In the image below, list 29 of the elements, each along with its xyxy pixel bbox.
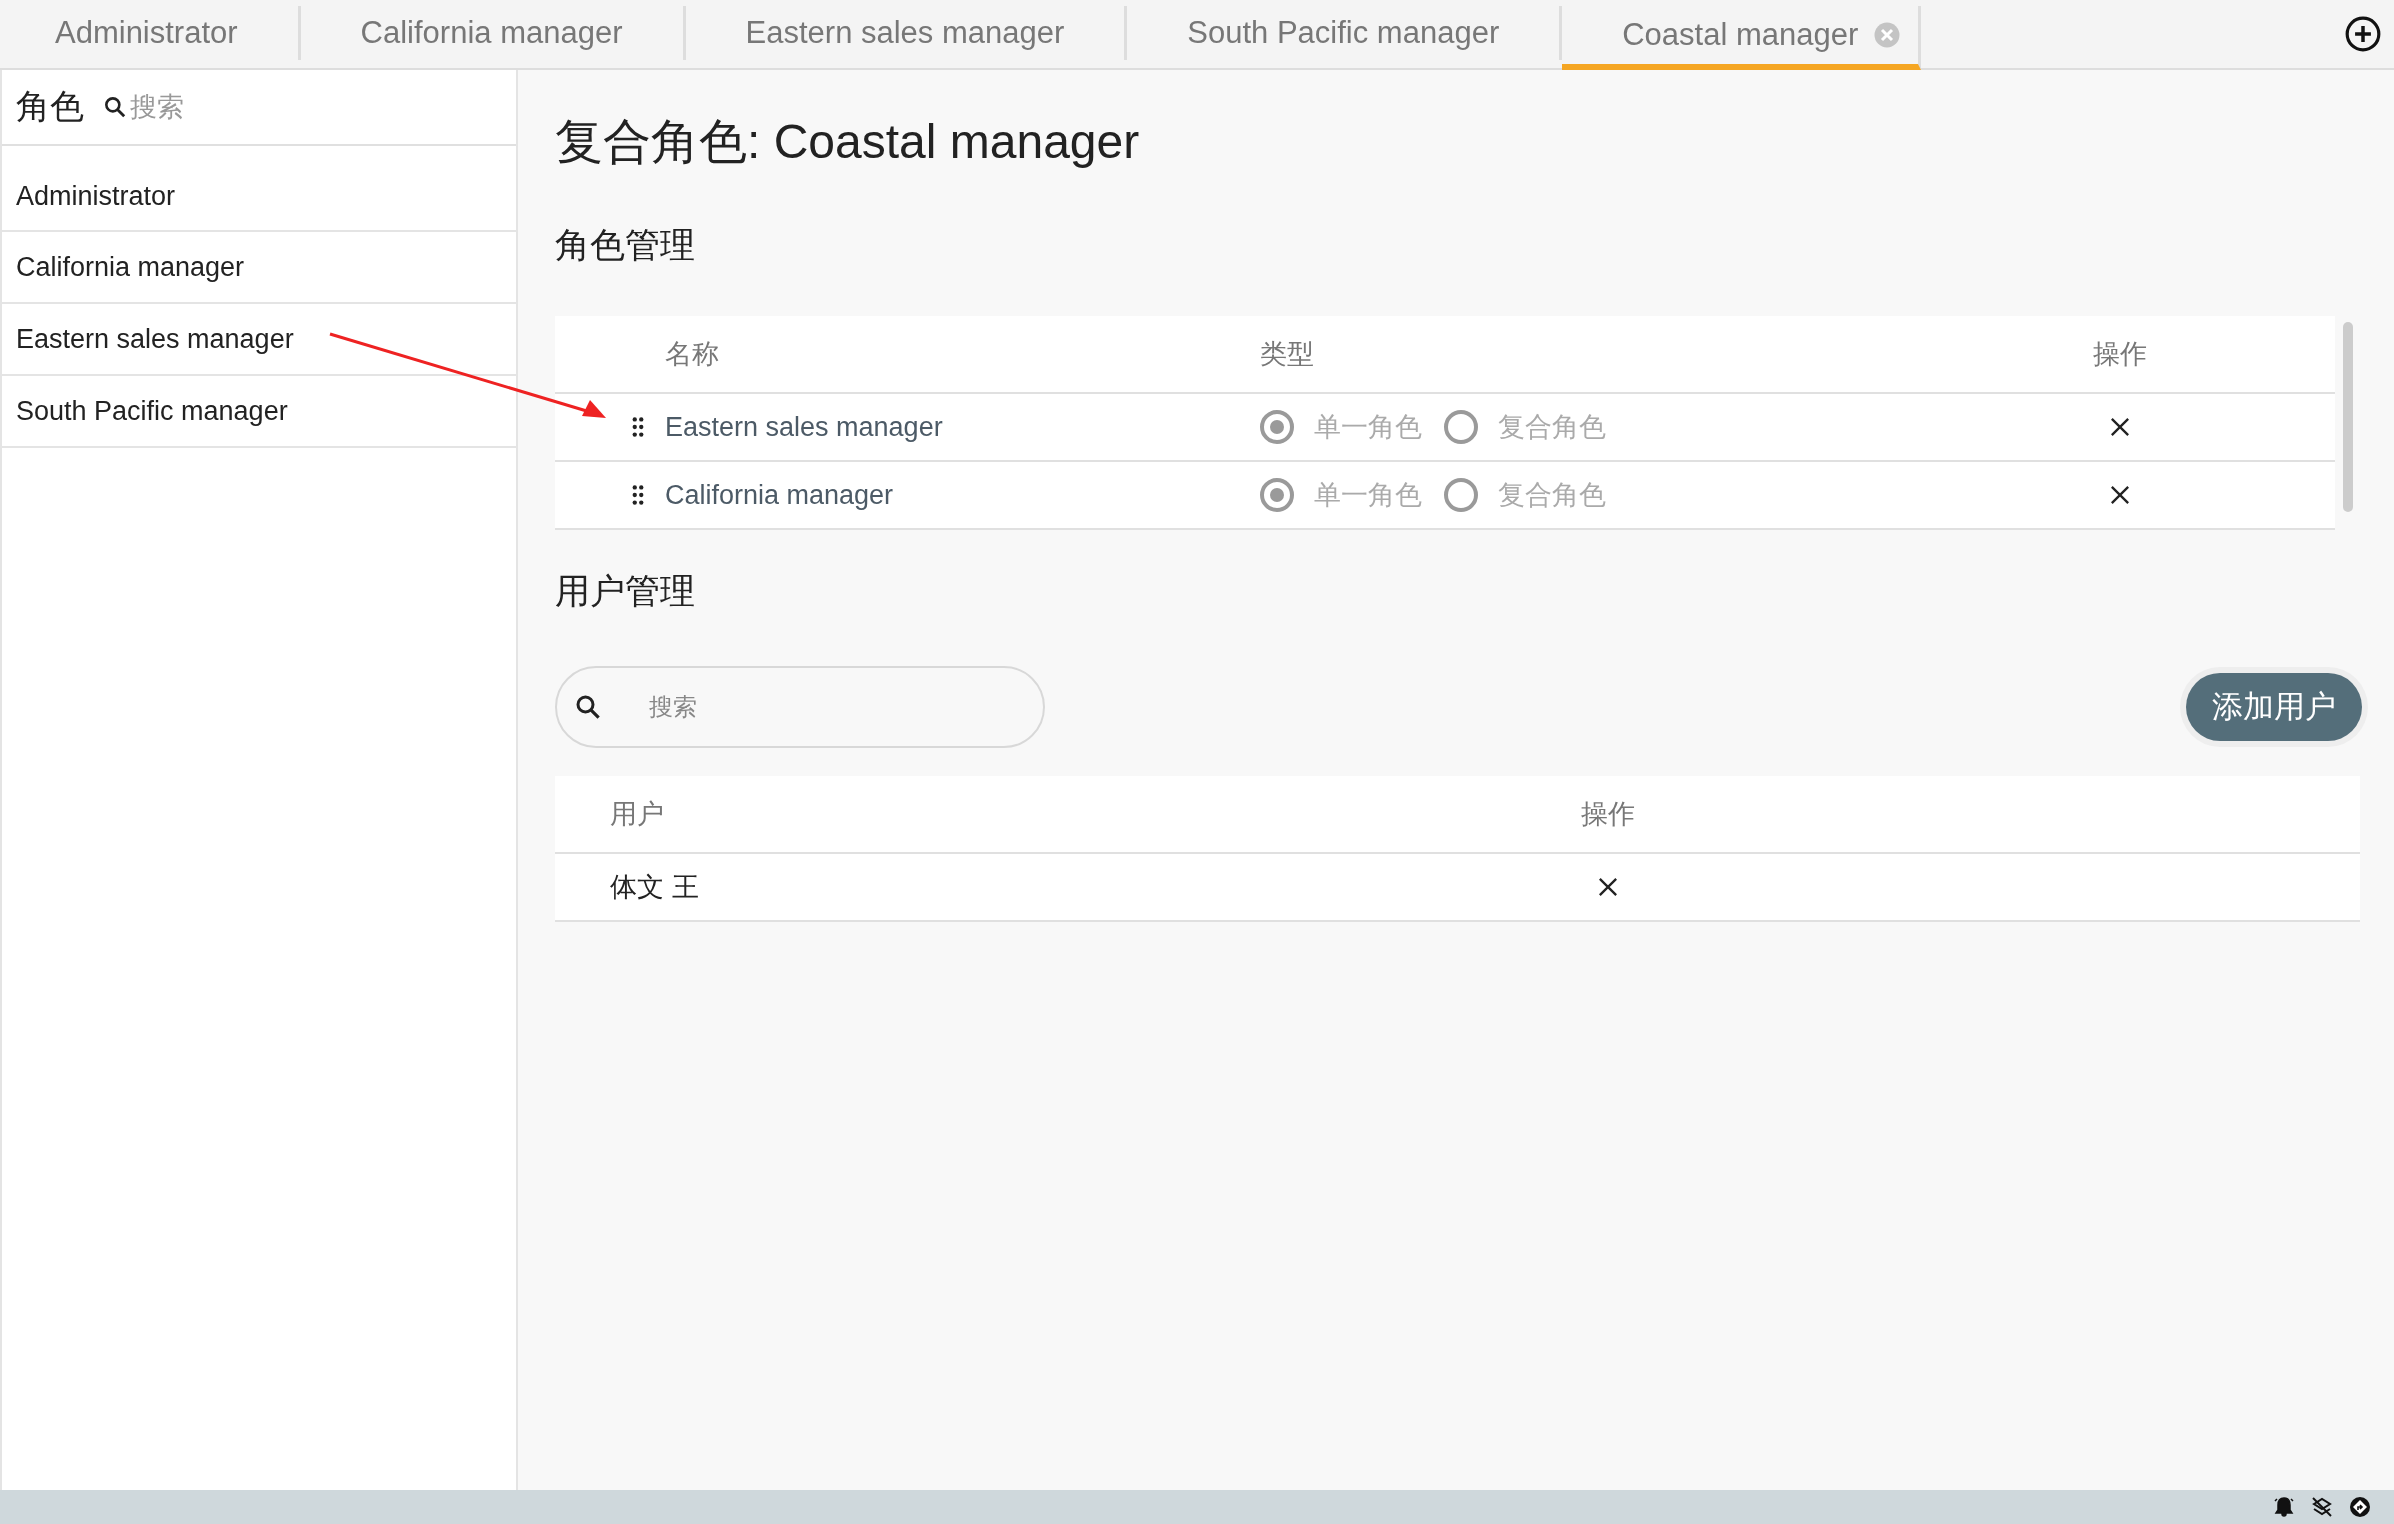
directions-sign-icon[interactable] xyxy=(2348,1495,2372,1519)
search-field[interactable]: 搜索 xyxy=(555,666,1045,748)
column-header: 用户 xyxy=(609,798,665,831)
search-field[interactable]: 搜索 xyxy=(130,91,330,123)
add-tab-icon[interactable] xyxy=(2344,15,2382,53)
sidebar-item[interactable]: Administrator xyxy=(2,146,516,232)
tab[interactable]: South Pacific manager xyxy=(1127,6,1563,60)
sidebar-item[interactable]: Eastern sales manager xyxy=(2,304,516,376)
tab[interactable]: Eastern sales manager xyxy=(685,6,1128,60)
section-heading: 用户管理 xyxy=(555,570,696,612)
sidebar-title: 角色 xyxy=(16,86,84,127)
table-cell-text: California manager xyxy=(665,479,895,511)
crossed-layers-icon[interactable] xyxy=(2310,1495,2334,1519)
column-header: 类型 xyxy=(1260,338,1315,371)
bell-icon[interactable] xyxy=(2272,1495,2296,1519)
tab[interactable]: Administrator xyxy=(0,6,301,60)
scrollbar[interactable] xyxy=(2343,322,2353,512)
section-heading: 角色管理 xyxy=(555,224,696,266)
page-title: 复合角色: Coastal manager xyxy=(555,114,1141,170)
sidebar-item[interactable]: South Pacific manager xyxy=(2,376,516,448)
sidebar-item[interactable]: California manager xyxy=(2,232,516,304)
column-header: 操作 xyxy=(1580,798,1636,831)
table-cell-text: 体文 王 xyxy=(609,871,700,904)
tab[interactable]: Coastal manager xyxy=(1562,6,1922,70)
column-header: 名称 xyxy=(665,338,720,371)
column-header: 操作 xyxy=(2092,338,2148,371)
table-cell-text: Eastern sales manager xyxy=(665,411,944,443)
search-icon xyxy=(102,94,128,120)
tab[interactable]: California manager xyxy=(300,6,686,60)
